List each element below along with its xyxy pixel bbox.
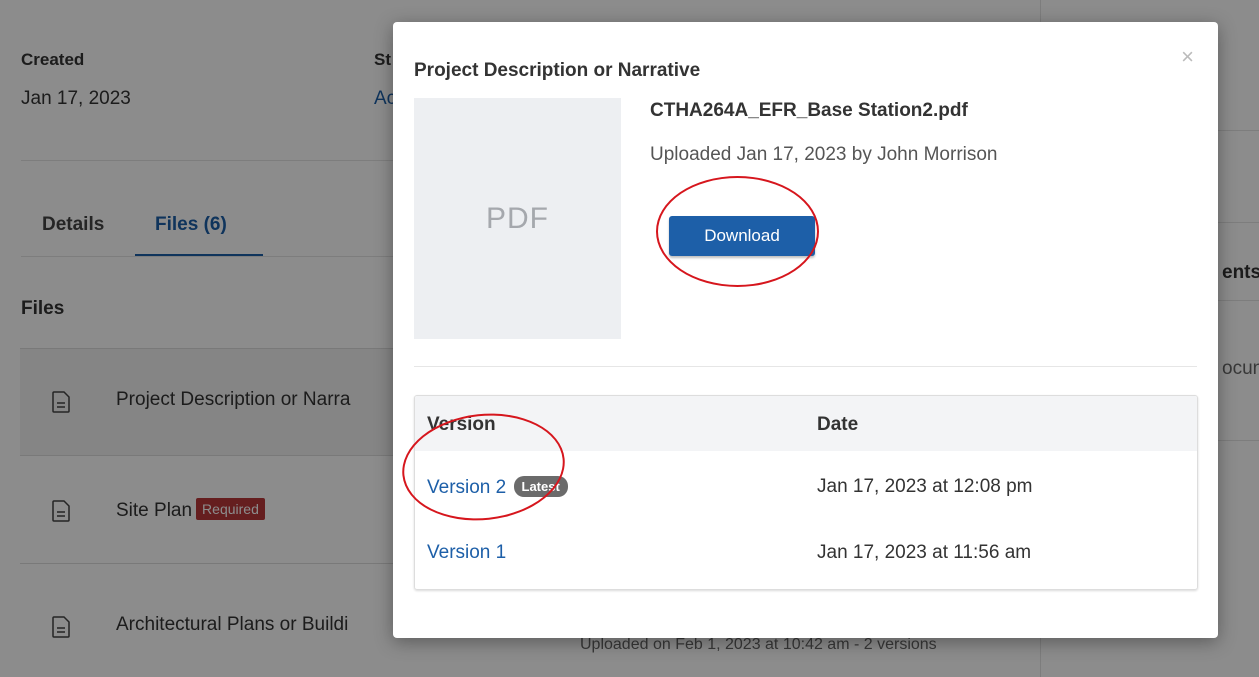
latest-badge: Latest — [513, 476, 568, 497]
uploaded-info: Uploaded Jan 17, 2023 by John Morrison — [650, 144, 998, 165]
pdf-thumbnail-label: PDF — [486, 201, 549, 235]
download-button[interactable]: Download — [669, 216, 815, 256]
column-header-version: Version — [427, 414, 496, 435]
date-cell: Jan 17, 2023 at 11:56 am — [817, 542, 1032, 563]
modal-title: Project Description or Narrative — [414, 60, 701, 81]
file-modal: Project Description or Narrative × PDF C… — [393, 22, 1218, 638]
column-header-date: Date — [817, 414, 859, 435]
date-cell: Jan 17, 2023 at 12:08 pm — [817, 476, 1033, 497]
version-2-link[interactable]: Version 2 — [427, 477, 506, 498]
close-icon[interactable]: × — [1181, 46, 1194, 68]
version-table: Version Date Version 2 Latest Jan 17, 20… — [414, 395, 1198, 590]
modal-divider — [414, 366, 1197, 367]
table-header: Version Date — [415, 396, 1197, 451]
version-cell: Version 2 Latest — [427, 476, 568, 499]
pdf-thumbnail: PDF — [414, 98, 621, 339]
version-1-link[interactable]: Version 1 — [427, 542, 506, 564]
file-name: CTHA264A_EFR_Base Station2.pdf — [650, 100, 968, 121]
